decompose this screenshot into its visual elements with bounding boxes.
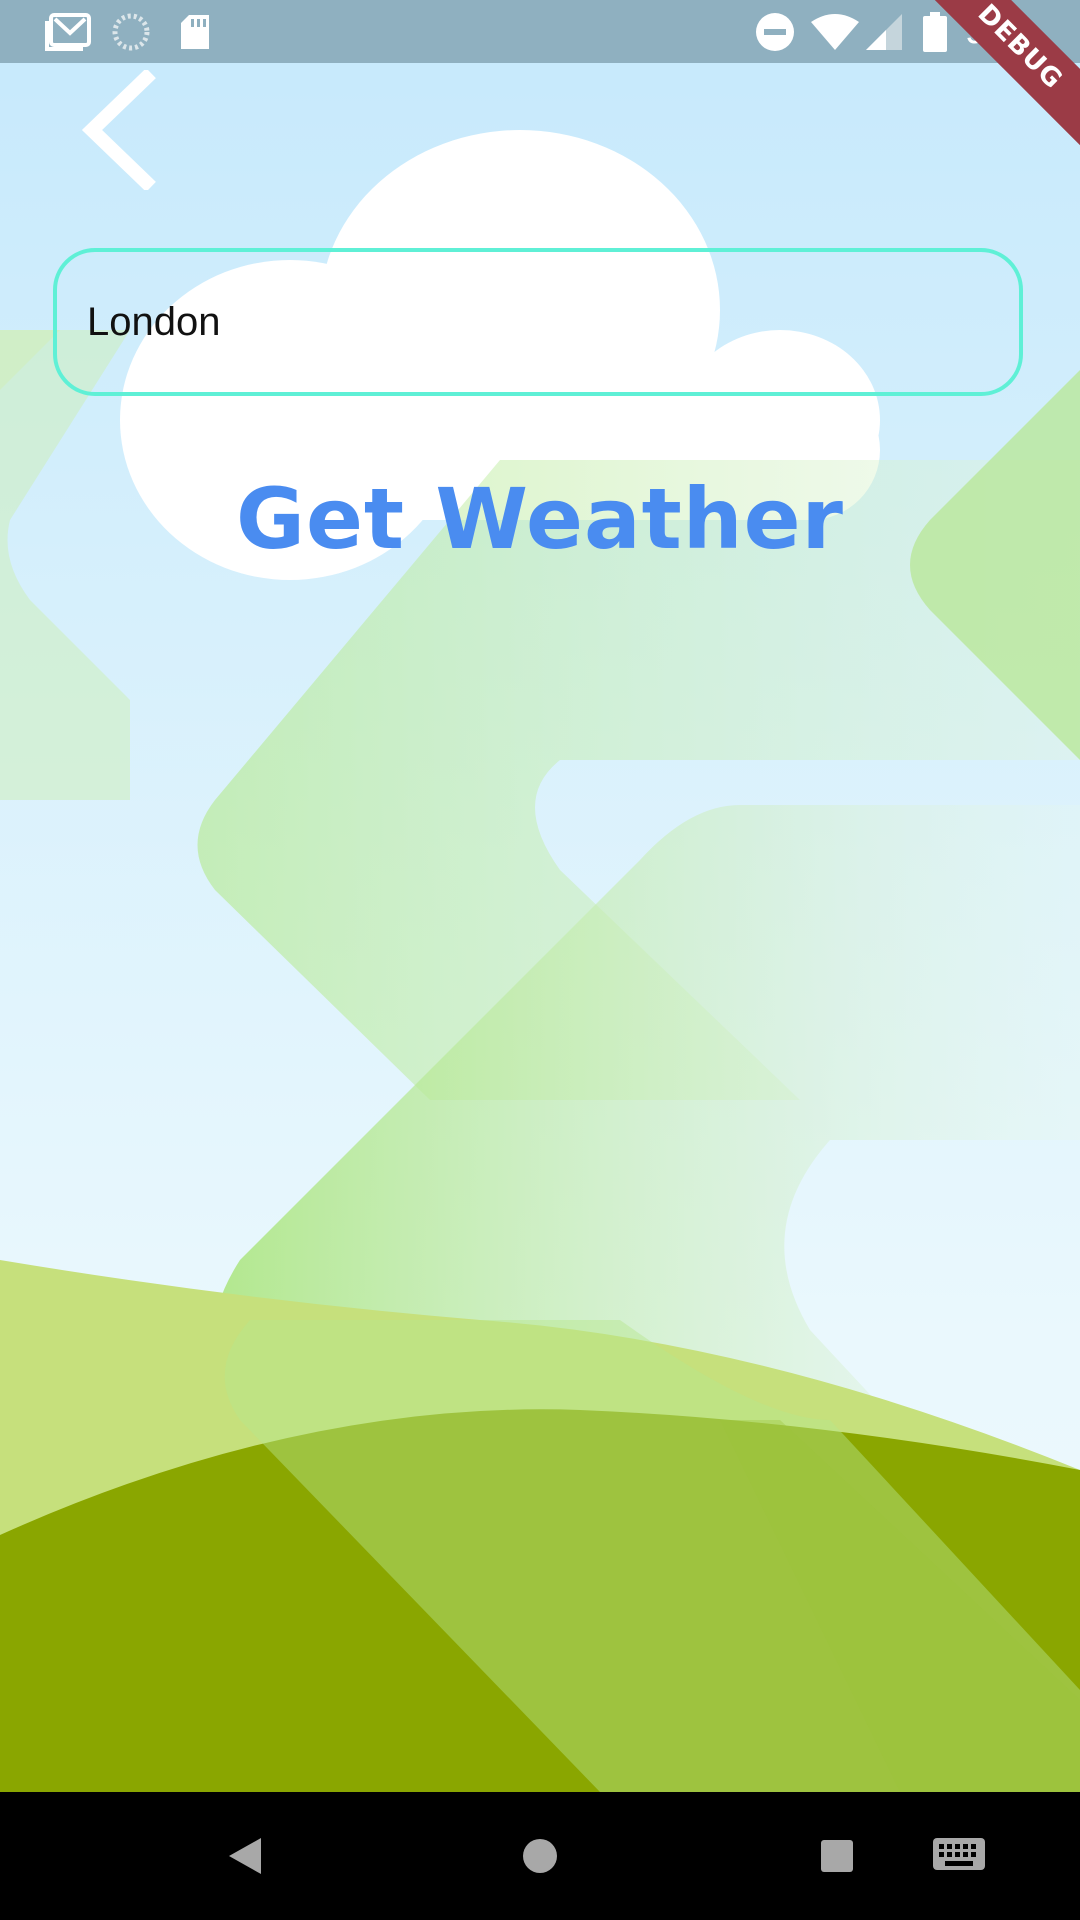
nav-recents-button[interactable] bbox=[802, 1792, 872, 1920]
nav-keyboard-button[interactable] bbox=[924, 1792, 994, 1920]
back-button[interactable] bbox=[70, 68, 160, 192]
keyboard-icon bbox=[933, 1838, 985, 1870]
do-not-disturb-icon bbox=[755, 0, 795, 63]
nav-home-button[interactable] bbox=[505, 1792, 575, 1920]
status-bar: 9:11 bbox=[0, 0, 1080, 63]
sd-card-icon bbox=[178, 0, 212, 63]
recents-square-icon bbox=[821, 1840, 853, 1872]
nav-back-button[interactable] bbox=[210, 1792, 280, 1920]
get-weather-button[interactable]: Get Weather bbox=[0, 470, 1080, 568]
city-input-field[interactable] bbox=[53, 248, 1023, 396]
gmail-icon bbox=[44, 0, 92, 63]
chevron-left-icon bbox=[81, 68, 156, 192]
back-triangle-icon bbox=[229, 1838, 261, 1874]
sync-icon bbox=[110, 0, 152, 63]
city-input[interactable] bbox=[87, 252, 987, 392]
signal-icon bbox=[864, 0, 904, 63]
wifi-icon bbox=[810, 0, 860, 63]
home-circle-icon bbox=[523, 1839, 557, 1873]
